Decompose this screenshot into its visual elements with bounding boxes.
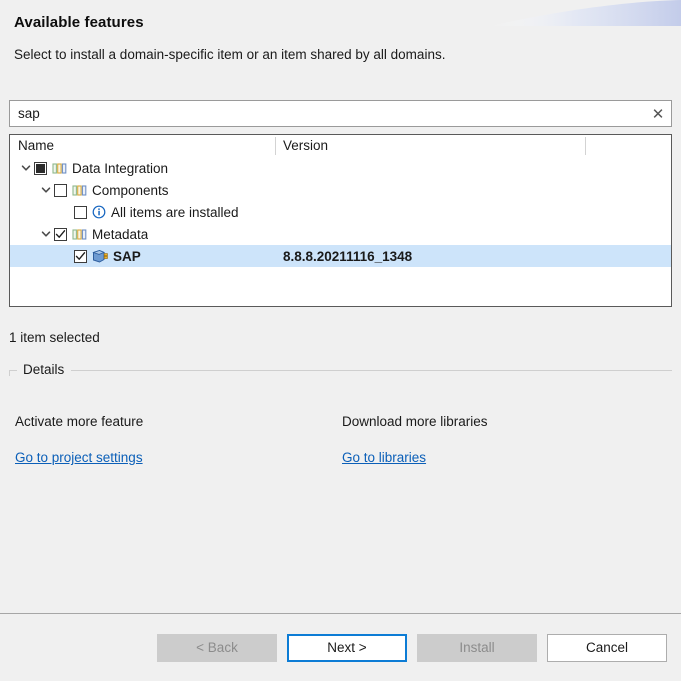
chevron-down-icon[interactable] [18, 160, 34, 176]
features-tree[interactable]: Name Version Data Integration Components A… [9, 134, 672, 307]
tree-row-label: SAP [113, 249, 141, 264]
tree-row-name-cell: Data Integration [10, 160, 275, 176]
dialog-header: Available features Select to install a d… [0, 0, 681, 62]
activate-feature-column: Activate more feature Go to project sett… [15, 414, 143, 465]
tree-row-label: Components [92, 183, 169, 198]
tree-row-label: Data Integration [72, 161, 168, 176]
chevron-down-icon[interactable] [38, 226, 54, 242]
download-libraries-column: Download more libraries Go to libraries [342, 414, 488, 465]
details-border-right [71, 370, 672, 371]
next-button[interactable]: Next > [287, 634, 407, 662]
tree-row-name-cell: Components [10, 182, 275, 198]
tree-row-label: All items are installed [111, 205, 239, 220]
tree-row[interactable]: Components [10, 179, 671, 201]
tree-row-name-cell: SAP [10, 248, 275, 264]
info-icon [92, 205, 106, 219]
details-group: Details Activate more feature Go to proj… [9, 358, 672, 590]
tree-row-label: Metadata [92, 227, 148, 242]
back-button: < Back [157, 634, 277, 662]
checkbox-unchecked[interactable] [74, 206, 87, 219]
tree-row-version-cell: 8.8.8.20211116_1348 [275, 249, 585, 264]
status-text: 1 item selected [9, 330, 100, 345]
cancel-button[interactable]: Cancel [547, 634, 667, 662]
bars-icon [52, 162, 67, 175]
checkbox-checked[interactable] [74, 250, 87, 263]
tree-column-headers: Name Version [10, 135, 671, 157]
activate-feature-heading: Activate more feature [15, 414, 143, 429]
column-header-name[interactable]: Name [10, 135, 275, 157]
footer-separator [0, 613, 681, 614]
details-border-left [9, 370, 17, 371]
tree-row-name-cell: All items are installed [10, 204, 275, 220]
page-title: Available features [14, 14, 665, 31]
tree-row[interactable]: Data Integration [10, 157, 671, 179]
bars-icon [72, 228, 87, 241]
checkbox-checked[interactable] [54, 228, 67, 241]
go-to-project-settings-link[interactable]: Go to project settings [15, 450, 143, 465]
tree-row[interactable]: SAP 8.8.8.20211116_1348 [10, 245, 671, 267]
clear-search-icon[interactable]: ✕ [645, 101, 671, 126]
tree-row[interactable]: Metadata [10, 223, 671, 245]
tree-rows: Data Integration Components All items are … [10, 157, 671, 267]
chevron-down-icon[interactable] [38, 182, 54, 198]
dialog-button-bar: < Back Next > Install Cancel [0, 634, 681, 662]
search-field[interactable]: ✕ [9, 100, 672, 127]
go-to-libraries-link[interactable]: Go to libraries [342, 450, 426, 465]
install-button: Install [417, 634, 537, 662]
page-subtitle: Select to install a domain-specific item… [14, 47, 665, 62]
checkbox-unchecked[interactable] [54, 184, 67, 197]
bars-icon [72, 184, 87, 197]
checkbox-partial[interactable] [34, 162, 47, 175]
column-header-version[interactable]: Version [275, 135, 585, 157]
expander-placeholder [58, 204, 74, 220]
sap-plugin-icon [92, 249, 108, 264]
expander-placeholder [58, 248, 74, 264]
tree-row[interactable]: All items are installed [10, 201, 671, 223]
tree-row-name-cell: Metadata [10, 226, 275, 242]
details-legend: Details [20, 362, 67, 377]
column-header-extra[interactable] [585, 135, 671, 157]
download-libraries-heading: Download more libraries [342, 414, 488, 429]
search-input[interactable] [10, 101, 645, 126]
